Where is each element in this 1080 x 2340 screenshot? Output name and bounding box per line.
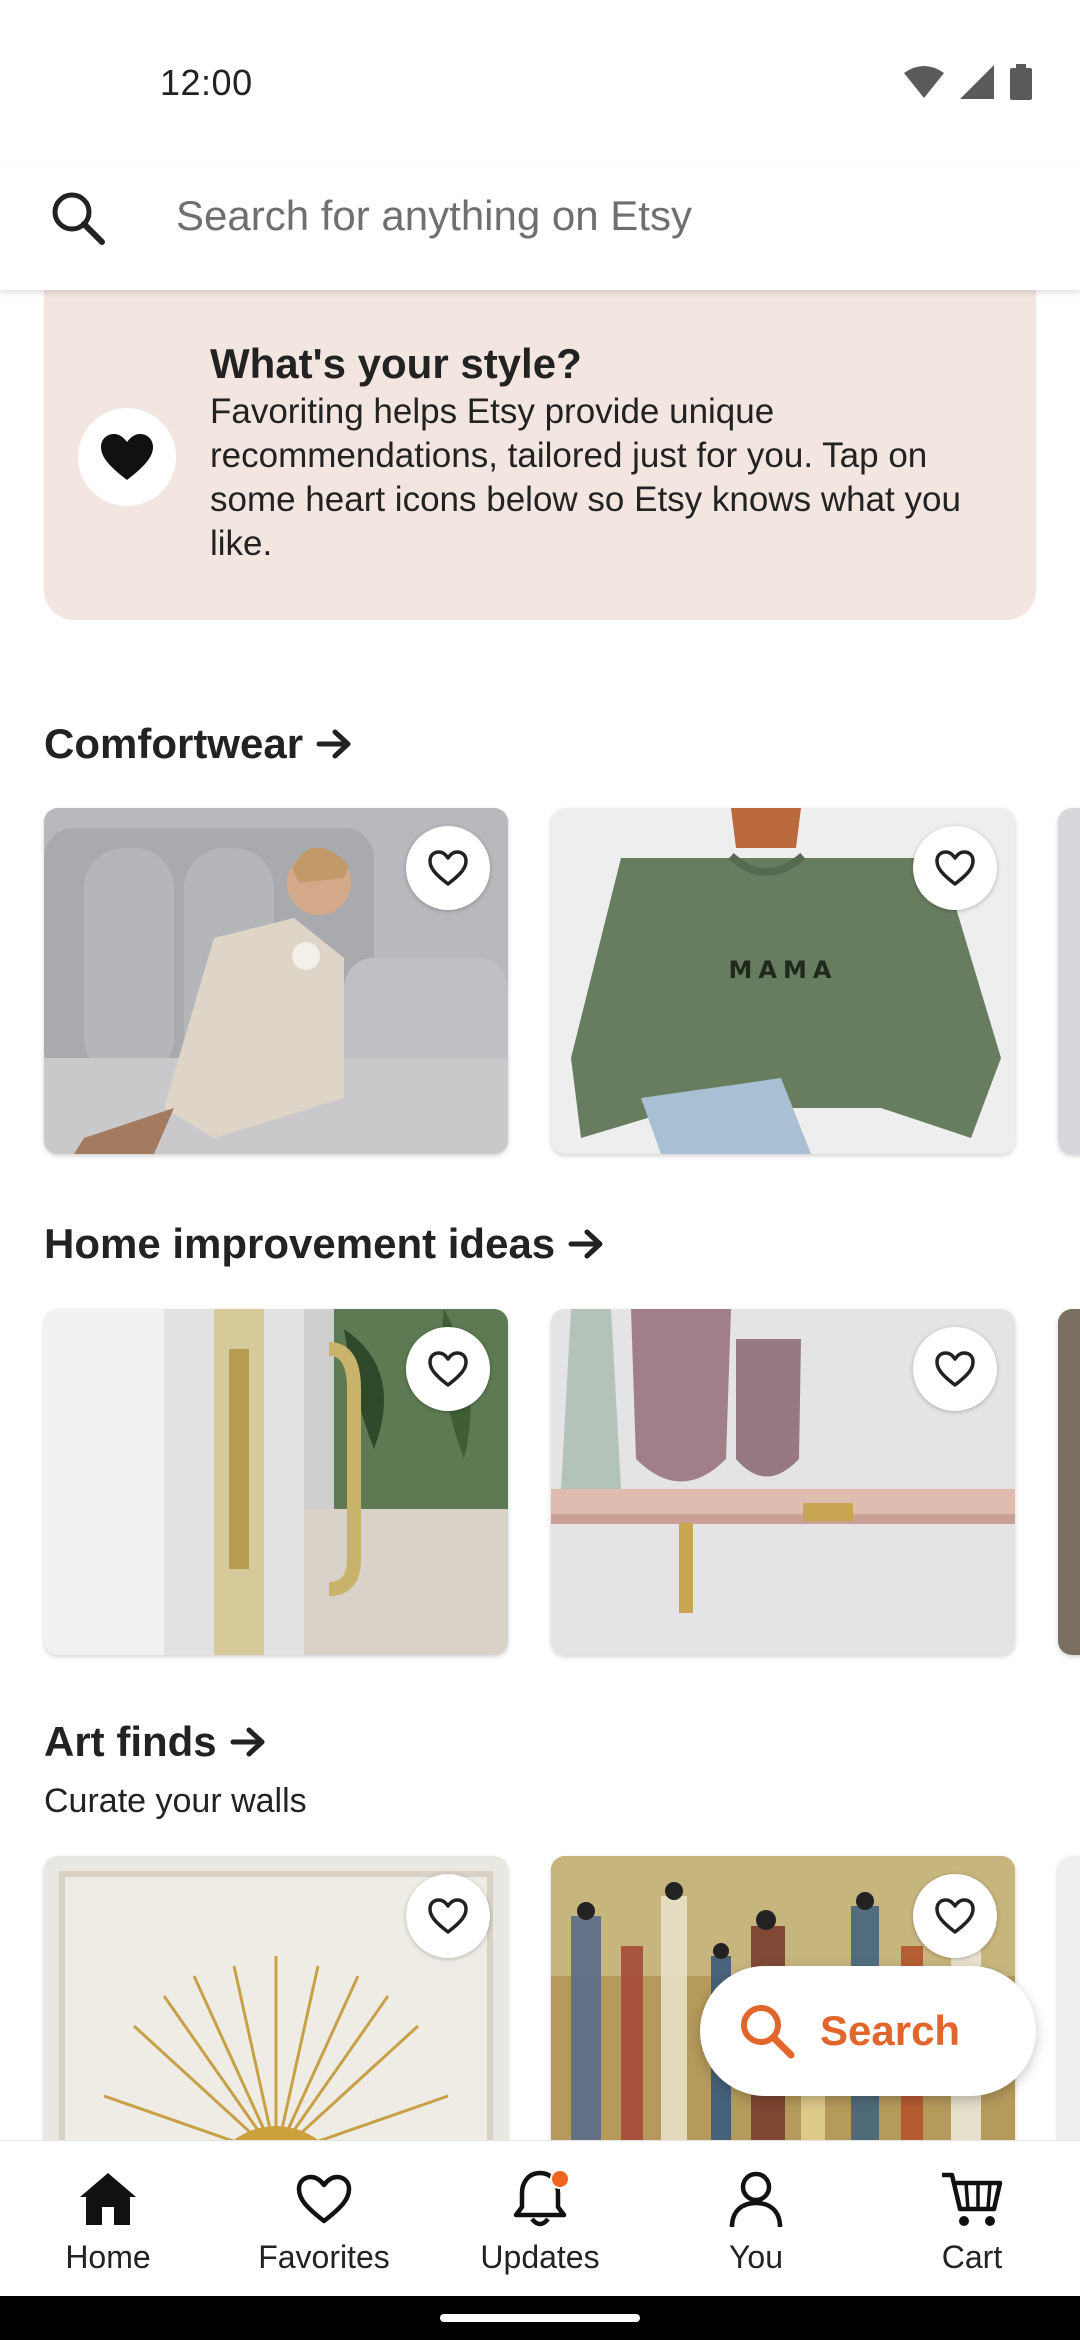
favorite-button[interactable] [406, 1327, 490, 1411]
style-prompt-card: What's your style? Favoriting helps Etsy… [44, 290, 1036, 620]
section-title-label: Home improvement ideas [44, 1220, 556, 1267]
heart-outline-icon [935, 1898, 975, 1934]
favorite-button[interactable] [406, 826, 490, 910]
nav-item-updates[interactable]: Updates [432, 2141, 648, 2296]
listing-card-partial[interactable] [1058, 808, 1080, 1154]
signal-icon [960, 65, 994, 99]
heart-outline-icon [428, 850, 468, 886]
section-title-art-finds[interactable]: Art finds [44, 1718, 269, 1766]
listing-card[interactable] [551, 1309, 1015, 1655]
nav-label: Cart [941, 2239, 1003, 2275]
heart-outline-icon [935, 850, 975, 886]
cart-icon [940, 2167, 1004, 2231]
section-subtitle: Curate your walls [44, 1782, 307, 1820]
section-title-label: Art finds [44, 1718, 217, 1765]
style-card-title: What's your style? [210, 340, 582, 387]
favorite-button[interactable] [913, 1874, 997, 1958]
home-feed[interactable]: What's your style? Favoriting helps Etsy… [0, 290, 1080, 2140]
favorite-button[interactable] [913, 1327, 997, 1411]
heart-outline-icon [935, 1351, 975, 1387]
nav-item-cart[interactable]: Cart [864, 2141, 1080, 2296]
status-time: 12:00 [160, 62, 253, 103]
bell-icon [508, 2167, 572, 2231]
floating-search-button[interactable]: Search [700, 1966, 1036, 2096]
status-bar: 12:00 [0, 0, 1080, 166]
listing-card[interactable]: MAMA [551, 808, 1015, 1154]
listing-card-partial[interactable] [1058, 1856, 1080, 2140]
nav-label: Updates [480, 2239, 600, 2275]
notification-badge [550, 2169, 570, 2189]
search-icon[interactable] [46, 186, 110, 250]
arrow-right-icon [230, 1727, 265, 1757]
nav-label: Home [65, 2239, 151, 2275]
heart-filled-icon [101, 434, 153, 480]
search-input[interactable]: Search for anything on Etsy [176, 192, 692, 240]
nav-item-home[interactable]: Home [0, 2141, 216, 2296]
wifi-icon [904, 66, 944, 98]
listing-card[interactable] [44, 808, 508, 1154]
system-gesture-bar [0, 2296, 1080, 2340]
heart-outline-icon [428, 1351, 468, 1387]
sweatshirt-print-text: MAMA [729, 956, 838, 984]
listing-card[interactable] [44, 1309, 508, 1655]
person-icon [724, 2167, 788, 2231]
listing-card-partial[interactable] [1058, 1309, 1080, 1655]
arrow-right-icon [316, 729, 351, 759]
search-icon [741, 2005, 795, 2059]
home-gesture-handle[interactable] [440, 2314, 640, 2322]
section-title-home-improvement[interactable]: Home improvement ideas [44, 1220, 607, 1268]
listing-row-comfortwear[interactable]: MAMA [0, 808, 1080, 1156]
favorite-button[interactable] [913, 826, 997, 910]
search-bar[interactable]: Search for anything on Etsy [0, 166, 1080, 290]
nav-label: Favorites [258, 2239, 390, 2275]
listing-card[interactable] [44, 1856, 508, 2140]
favorite-button[interactable] [406, 1874, 490, 1958]
heart-badge [78, 408, 176, 506]
arrow-right-icon [568, 1229, 603, 1259]
nav-label: You [729, 2239, 783, 2275]
heart-outline-icon [428, 1898, 468, 1934]
section-title-label: Comfortwear [44, 720, 304, 767]
battery-icon [1010, 64, 1032, 100]
listing-row-home-improvement[interactable] [0, 1309, 1080, 1657]
style-card-body: Favoriting helps Etsy provide unique rec… [210, 392, 961, 563]
floating-search-label: Search [820, 2007, 961, 2054]
nav-item-you[interactable]: You [648, 2141, 864, 2296]
nav-item-favorites[interactable]: Favorites [216, 2141, 432, 2296]
home-icon [76, 2167, 140, 2231]
bottom-navigation: Home Favorites Updates You Cart [0, 2140, 1080, 2296]
status-icons [904, 64, 1032, 100]
heart-icon [292, 2167, 356, 2231]
section-title-comfortwear[interactable]: Comfortwear [44, 720, 355, 768]
